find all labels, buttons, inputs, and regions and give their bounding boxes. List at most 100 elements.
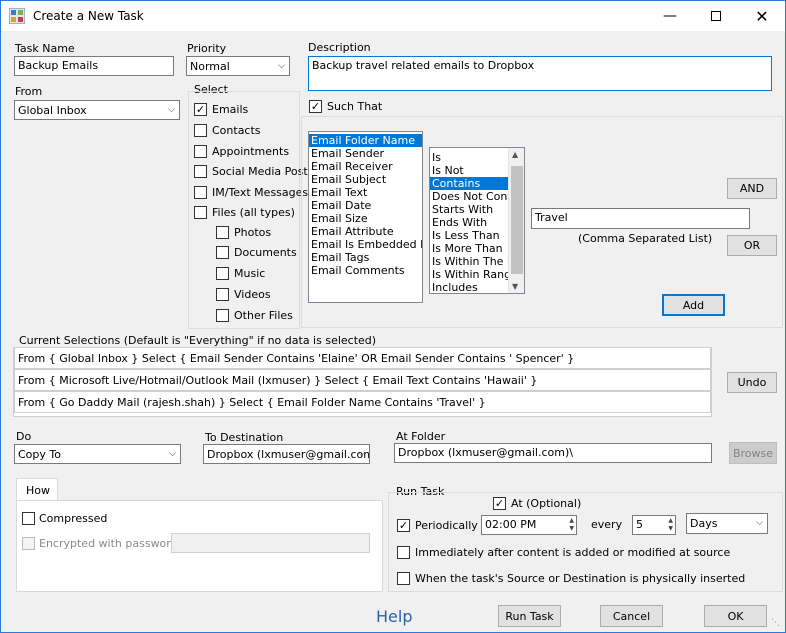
operator-list-item[interactable]: Does Not Conta xyxy=(430,190,509,203)
selection-row[interactable]: From { Global Inbox } Select { Email Sen… xyxy=(14,347,711,369)
description-input[interactable]: Backup travel related emails to Dropbox xyxy=(308,56,772,91)
contacts-checkbox[interactable] xyxy=(194,124,207,137)
documents-checkbox[interactable] xyxy=(216,246,229,259)
scroll-up-icon[interactable]: ▲ xyxy=(512,150,518,159)
current-selections-label: Current Selections (Default is "Everythi… xyxy=(19,334,377,347)
chevron-down-icon: ⌵ xyxy=(358,449,365,459)
unit-select[interactable]: Days ⌵ xyxy=(686,513,768,534)
ok-button[interactable]: OK xyxy=(704,605,767,627)
operator-list-item[interactable]: Ends With xyxy=(430,216,509,229)
close-icon[interactable]: ✕ xyxy=(739,1,785,31)
operator-list-item[interactable]: Is xyxy=(430,151,509,164)
selection-row[interactable]: From { Go Daddy Mail (rajesh.shah) } Sel… xyxy=(14,391,711,413)
emails-checkbox[interactable]: ✓ xyxy=(194,103,207,116)
time-picker[interactable]: 02:00 PM ▲ ▼ xyxy=(481,515,577,535)
do-select[interactable]: Copy To ⌵ xyxy=(14,444,181,464)
condition-value-input[interactable]: Travel xyxy=(531,208,750,229)
resize-grip-icon[interactable]: ⋱ xyxy=(771,618,780,628)
scroll-down-icon[interactable]: ▼ xyxy=(512,282,518,291)
scroll-thumb[interactable] xyxy=(511,166,523,274)
operator-list-item[interactable]: Includes xyxy=(430,281,509,293)
field-list[interactable]: Email Folder Name Email Sender Email Recei… xyxy=(308,131,423,303)
field-list-item[interactable]: Email Text xyxy=(309,186,422,199)
operator-list-item[interactable]: Is Within The La xyxy=(430,255,509,268)
chevron-down-icon: ⌵ xyxy=(168,105,175,115)
browse-button[interactable]: Browse xyxy=(729,442,777,464)
operator-list-item[interactable]: Is Less Than xyxy=(430,229,509,242)
inserted-checkbox[interactable] xyxy=(397,572,410,585)
app-icon xyxy=(9,8,25,24)
videos-checkbox[interactable] xyxy=(216,288,229,301)
im-text-checkbox[interactable] xyxy=(194,186,207,199)
title-bar: Create a New Task — ✕ xyxy=(1,1,785,31)
at-folder-input[interactable]: Dropbox (lxmuser@gmail.com)\ xyxy=(394,443,712,463)
at-optional-checkbox[interactable]: ✓ xyxy=(493,497,506,510)
priority-select[interactable]: Normal ⌵ xyxy=(186,56,290,76)
other-files-label: Other Files xyxy=(234,309,293,322)
encrypted-checkbox[interactable] xyxy=(22,537,35,550)
field-list-item[interactable]: Email Sender xyxy=(309,147,422,160)
destination-select[interactable]: Dropbox (lxmuser@gmail.com) ⌵ xyxy=(203,444,370,464)
encrypted-label: Encrypted with password xyxy=(39,537,178,550)
every-label: every xyxy=(591,518,623,531)
appointments-checkbox[interactable] xyxy=(194,145,207,158)
and-button[interactable]: AND xyxy=(727,178,777,199)
help-link[interactable]: Help xyxy=(376,607,412,626)
such-that-checkbox[interactable]: ✓ xyxy=(309,100,322,113)
im-text-label: IM/Text Messages xyxy=(212,186,309,199)
password-input[interactable] xyxy=(171,533,370,553)
from-label: From xyxy=(15,85,43,98)
music-label: Music xyxy=(234,267,266,280)
operator-list-item[interactable]: Is More Than xyxy=(430,242,509,255)
files-checkbox[interactable] xyxy=(194,206,207,219)
selection-row[interactable]: From { Microsoft Live/Hotmail/Outlook Ma… xyxy=(14,369,711,391)
music-checkbox[interactable] xyxy=(216,267,229,280)
task-name-label: Task Name xyxy=(15,42,75,55)
photos-label: Photos xyxy=(234,226,272,239)
unit-value: Days xyxy=(690,517,718,530)
compressed-checkbox[interactable] xyxy=(22,512,35,525)
task-name-input[interactable]: Backup Emails xyxy=(14,56,174,76)
periodically-checkbox[interactable]: ✓ xyxy=(397,519,410,532)
operator-list[interactable]: IsIs NotContainsDoes Not ContaStarts Wit… xyxy=(429,147,525,294)
contacts-label: Contacts xyxy=(212,124,261,137)
field-list-item[interactable]: Email Date xyxy=(309,199,422,212)
operator-list-item[interactable]: Is Within Range xyxy=(430,268,509,281)
field-list-item[interactable]: Email Folder Name xyxy=(309,134,422,147)
maximize-icon[interactable] xyxy=(693,1,739,31)
condition-hint: (Comma Separated List) xyxy=(578,232,713,245)
operator-list-item[interactable]: Contains xyxy=(430,177,509,190)
operator-scrollbar[interactable]: ▲ ▼ xyxy=(508,148,524,293)
other-files-checkbox[interactable] xyxy=(216,309,229,322)
field-list-item[interactable]: Email Comments xyxy=(309,264,422,277)
from-value: Global Inbox xyxy=(18,104,87,117)
field-list-item[interactable]: Email Subject xyxy=(309,173,422,186)
undo-button[interactable]: Undo xyxy=(727,372,777,393)
operator-list-item[interactable]: Is Not xyxy=(430,164,509,177)
periodically-label: Periodically xyxy=(415,519,478,532)
field-list-item[interactable]: Email Receiver xyxy=(309,160,422,173)
immediately-checkbox[interactable] xyxy=(397,546,410,559)
add-button[interactable]: Add xyxy=(662,294,725,316)
field-list-item[interactable]: Email Size xyxy=(309,212,422,225)
cancel-button[interactable]: Cancel xyxy=(600,605,663,627)
spinner-icon[interactable]: ▲ ▼ xyxy=(569,517,574,533)
documents-label: Documents xyxy=(234,246,297,259)
tab-how[interactable]: How xyxy=(16,478,58,501)
photos-checkbox[interactable] xyxy=(216,226,229,239)
field-list-item[interactable]: Email Tags xyxy=(309,251,422,264)
social-media-checkbox[interactable] xyxy=(194,165,207,178)
immediately-label: Immediately after content is added or mo… xyxy=(415,546,731,559)
every-stepper[interactable]: 5 ▲ ▼ xyxy=(632,515,676,535)
destination-label: To Destination xyxy=(205,431,284,444)
from-select[interactable]: Global Inbox ⌵ xyxy=(14,100,180,120)
spinner-icon[interactable]: ▲ ▼ xyxy=(668,517,673,533)
run-task-button[interactable]: Run Task xyxy=(498,605,561,627)
at-optional-label: At (Optional) xyxy=(511,497,582,510)
minimize-icon[interactable]: — xyxy=(647,1,693,31)
field-list-item[interactable]: Email Attribute xyxy=(309,225,422,238)
or-button[interactable]: OR xyxy=(727,235,777,256)
chevron-down-icon: ⌵ xyxy=(169,449,176,459)
operator-list-item[interactable]: Starts With xyxy=(430,203,509,216)
field-list-item[interactable]: Email Is Embedded In xyxy=(309,238,422,251)
